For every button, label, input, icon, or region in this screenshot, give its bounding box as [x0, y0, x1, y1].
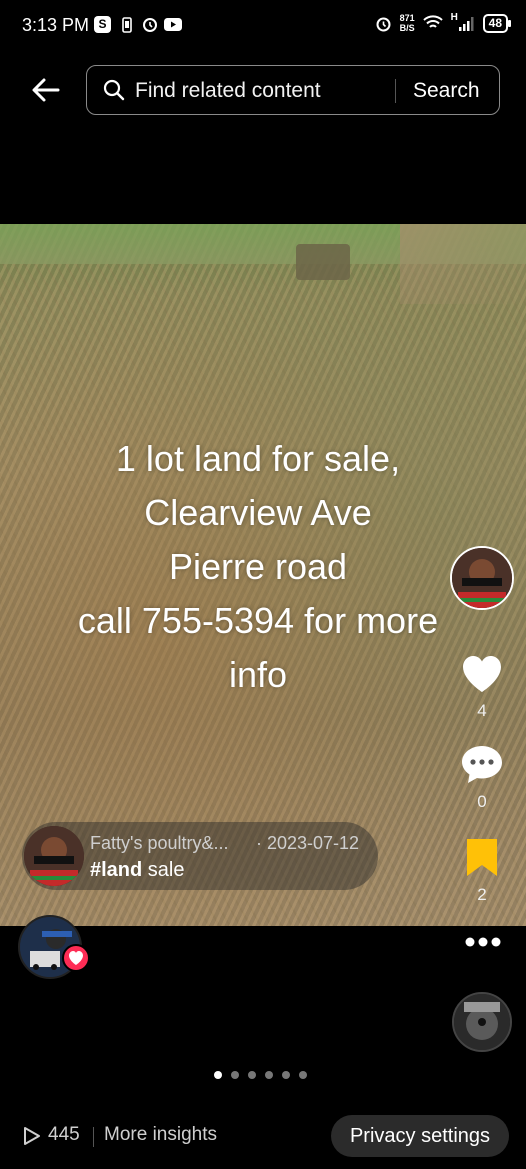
wifi-icon: [422, 15, 443, 28]
bottom-bar: 445 More insights Privacy settings: [0, 1110, 526, 1160]
search-icon: [103, 79, 125, 101]
status-time: 3:13 PM: [22, 15, 90, 35]
more-insights-link[interactable]: More insights: [104, 1124, 217, 1146]
bottom-divider: [93, 1127, 94, 1147]
search-divider: [395, 79, 396, 103]
music-disc[interactable]: [452, 992, 512, 1052]
comment-icon[interactable]: [460, 743, 504, 785]
author-avatar[interactable]: [24, 826, 84, 886]
carousel-dots: [214, 1071, 307, 1079]
heart-icon: [69, 951, 83, 965]
status-bar: 3:13 PM S 871 B/S H 48: [0, 0, 526, 52]
bookmark-icon[interactable]: [460, 838, 504, 878]
caption-line: Clearview Ave: [144, 492, 372, 533]
caption-line: call 755-5394 for more: [77, 600, 439, 641]
comment-action[interactable]: 0: [458, 743, 506, 812]
like-count: 4: [477, 701, 487, 720]
caption-line: info: [228, 654, 288, 695]
save-count: 2: [477, 885, 487, 904]
caption-line: Pierre road: [168, 546, 348, 587]
author-name[interactable]: Fatty's poultry&...: [90, 833, 228, 854]
avatar-image: [24, 826, 84, 886]
carousel-dot[interactable]: [214, 1071, 222, 1079]
comment-count: 0: [477, 792, 487, 811]
heart-icon[interactable]: [460, 654, 504, 694]
phone-icon: [122, 17, 132, 33]
search-input[interactable]: Find related content: [135, 79, 321, 103]
carousel-dot[interactable]: [231, 1071, 239, 1079]
back-arrow-icon[interactable]: [28, 72, 64, 108]
alarm-icon: [143, 18, 157, 32]
play-icon: [24, 1127, 40, 1145]
creator-avatar[interactable]: [450, 546, 514, 610]
video-caption: 1 lot land for sale, Clearview Ave Pierr…: [20, 432, 496, 702]
video-dirt-path: [400, 224, 526, 304]
network-speed-value: 871: [399, 13, 415, 23]
liked-badge: [62, 944, 90, 972]
view-count: 445: [48, 1124, 80, 1145]
description-text: sale: [142, 859, 185, 881]
signal-icon: H: [450, 12, 475, 32]
post-description: #land sale: [90, 859, 185, 882]
carousel-dot[interactable]: [299, 1071, 307, 1079]
network-speed: 871 B/S: [400, 13, 415, 33]
youtube-icon: [164, 18, 182, 31]
search-button[interactable]: Search: [413, 79, 480, 103]
caption-line: 1 lot land for sale,: [115, 438, 401, 479]
music-disc-image: [454, 994, 510, 1050]
like-action[interactable]: 4: [458, 654, 506, 721]
status-right-cluster: 871 B/S H 48: [375, 12, 512, 33]
alarm-icon: [376, 17, 391, 31]
post-info[interactable]: Fatty's poultry&... · 2023-07-12 #land s…: [22, 822, 378, 890]
s-icon: S: [94, 16, 111, 33]
more-options-icon[interactable]: [462, 934, 504, 950]
avatar-image: [452, 548, 512, 608]
carousel-dot[interactable]: [282, 1071, 290, 1079]
save-action[interactable]: 2: [458, 838, 506, 905]
carousel-dot[interactable]: [248, 1071, 256, 1079]
search-bar[interactable]: Find related content Search: [86, 65, 500, 115]
privacy-settings-button[interactable]: Privacy settings: [331, 1115, 509, 1157]
battery-indicator: 48: [482, 13, 512, 33]
carousel-dot[interactable]: [265, 1071, 273, 1079]
hashtag-link[interactable]: #land: [90, 859, 142, 881]
video-stump: [296, 244, 350, 280]
signal-label: H: [450, 12, 458, 23]
post-date: · 2023-07-12: [256, 833, 360, 853]
network-speed-unit: B/S: [399, 23, 415, 33]
